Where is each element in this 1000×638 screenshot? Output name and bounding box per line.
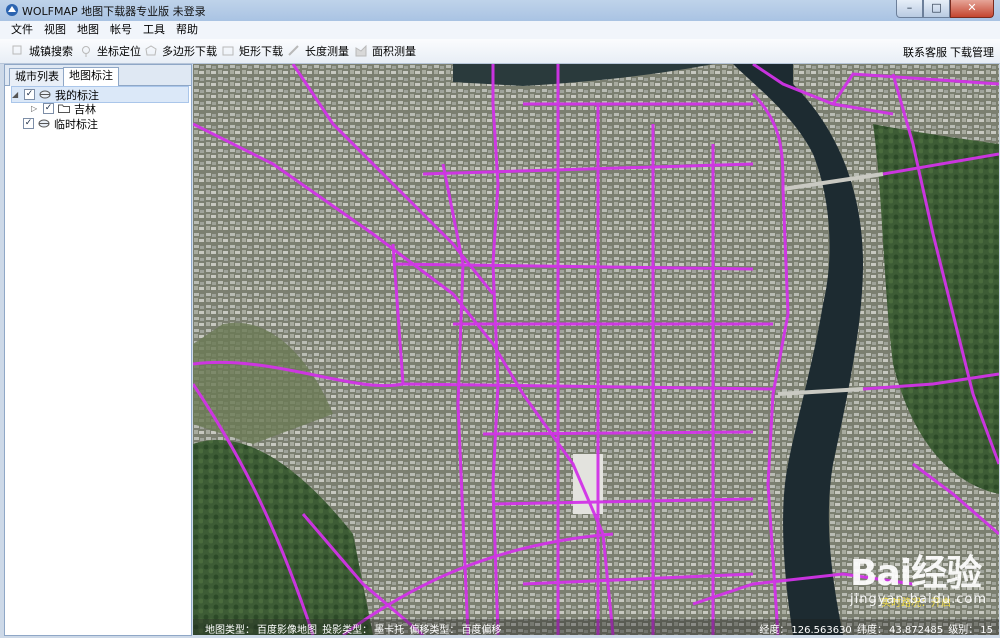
download-manager-link[interactable]: 下载管理 [950, 44, 994, 60]
maximize-button[interactable]: □ [923, 0, 950, 18]
coordinate-locate-label: 坐标定位 [97, 45, 141, 58]
close-button[interactable]: ✕ [950, 0, 994, 18]
status-left: 地图类型： 百度影像地图 投影类型： 墨卡托 偏移类型： 百度偏移 [205, 621, 503, 635]
menu-view[interactable]: 视图 [39, 21, 71, 39]
area-measure-icon [355, 45, 367, 57]
menu-help[interactable]: 帮助 [171, 21, 203, 39]
rect-download-label: 矩形下载 [239, 45, 283, 58]
menu-tools[interactable]: 工具 [138, 21, 170, 39]
tree-node-temp-markers[interactable]: ✓ 临时标注 [23, 116, 98, 131]
length-measure-button[interactable]: 长度测量 [288, 43, 349, 59]
left-panel: 城市列表 地图标注 ◢ ✓ 我的标注 ▷ ✓ 吉林 ✓ 临时标注 [4, 64, 192, 636]
length-measure-label: 长度测量 [305, 45, 349, 58]
expand-arrow-icon[interactable]: ▷ [31, 104, 39, 113]
zoom-level-value: 15 [980, 625, 993, 635]
zoom-level-label: 级别： [948, 625, 979, 635]
latitude-value: 43.872485 [889, 625, 944, 635]
rect-download-button[interactable]: 矩形下载 [222, 43, 283, 59]
tree-node-jilin[interactable]: ▷ ✓ 吉林 [31, 101, 96, 116]
watermark-url: jingyan.baidu.com [850, 592, 987, 607]
minimize-icon: – [906, 1, 913, 14]
maximize-icon: □ [931, 1, 942, 14]
tree-label-temp-markers: 临时标注 [54, 117, 98, 131]
map-canvas[interactable]: 实时路况：开启 Bai经验 jingyan.baidu.com 地图类型： 百度影… [193, 64, 999, 635]
collapse-arrow-icon[interactable]: ◢ [12, 90, 20, 99]
town-search-button[interactable]: 城镇搜索 [12, 43, 73, 59]
satellite-imagery[interactable] [193, 64, 999, 635]
latitude-label: 纬度： [857, 625, 887, 635]
checkbox-my-markers[interactable]: ✓ [24, 89, 35, 100]
menu-map[interactable]: 地图 [72, 21, 104, 39]
marker-layer-icon [39, 90, 51, 99]
toolbar: 城镇搜索 坐标定位 多边形下载 矩形下载 长度测量 面积测量 联系客服 下载管理 [0, 39, 1000, 64]
coordinate-locate-button[interactable]: 坐标定位 [80, 43, 141, 59]
town-search-label: 城镇搜索 [29, 45, 73, 58]
polygon-download-button[interactable]: 多边形下载 [145, 43, 217, 59]
menu-file[interactable]: 文件 [6, 21, 38, 39]
marker-layer-icon [38, 119, 50, 128]
longitude-label: 经度： [759, 625, 790, 635]
area-measure-label: 面积测量 [372, 45, 416, 58]
baidu-jingyan-watermark: Bai经验 jingyan.baidu.com [850, 553, 987, 608]
locate-pin-icon [82, 46, 90, 57]
rectangle-icon [222, 46, 234, 56]
menu-account[interactable]: 帐号 [105, 21, 137, 39]
window-controls: – □ ✕ [896, 0, 994, 18]
tab-map-markers[interactable]: 地图标注 [63, 67, 119, 86]
tab-city-list[interactable]: 城市列表 [9, 68, 65, 86]
longitude-value: 126.563630 [791, 625, 852, 635]
watermark-logo: Bai经验 [850, 553, 982, 594]
minimize-button[interactable]: – [896, 0, 923, 18]
close-icon: ✕ [967, 1, 977, 14]
tree-label-jilin: 吉林 [74, 102, 96, 116]
polygon-icon [145, 45, 157, 56]
search-town-icon [12, 45, 22, 55]
contact-support-link[interactable]: 联系客服 [903, 44, 947, 60]
projection-value: 墨卡托 [374, 625, 405, 635]
status-right: 经度： 126.563630 纬度： 43.872485 级别： 15 [759, 621, 995, 635]
map-status-bar: 地图类型： 百度影像地图 投影类型： 墨卡托 偏移类型： 百度偏移 经度： 126.56… [193, 619, 999, 635]
offset-label: 偏移类型： [409, 625, 460, 635]
window-title: WOLFMAP 地图下载器专业版 未登录 [22, 5, 206, 18]
title-bar[interactable]: WOLFMAP 地图下载器专业版 未登录 – □ ✕ [0, 0, 1000, 22]
projection-label: 投影类型： [322, 625, 373, 635]
app-logo-icon [6, 4, 18, 16]
area-measure-button[interactable]: 面积测量 [355, 43, 416, 59]
checkbox-temp-markers[interactable]: ✓ [23, 118, 34, 129]
ruler-icon [288, 45, 299, 56]
polygon-download-label: 多边形下载 [162, 45, 217, 58]
map-type-label: 地图类型： [205, 625, 255, 635]
offset-value: 百度偏移 [461, 625, 502, 635]
panel-tabs: 城市列表 地图标注 [5, 65, 191, 86]
map-type-value[interactable]: 百度影像地图 [257, 625, 317, 635]
folder-icon [58, 104, 70, 113]
checkbox-jilin[interactable]: ✓ [43, 103, 54, 114]
menu-bar: 文件 视图 地图 帐号 工具 帮助 [0, 21, 1000, 39]
